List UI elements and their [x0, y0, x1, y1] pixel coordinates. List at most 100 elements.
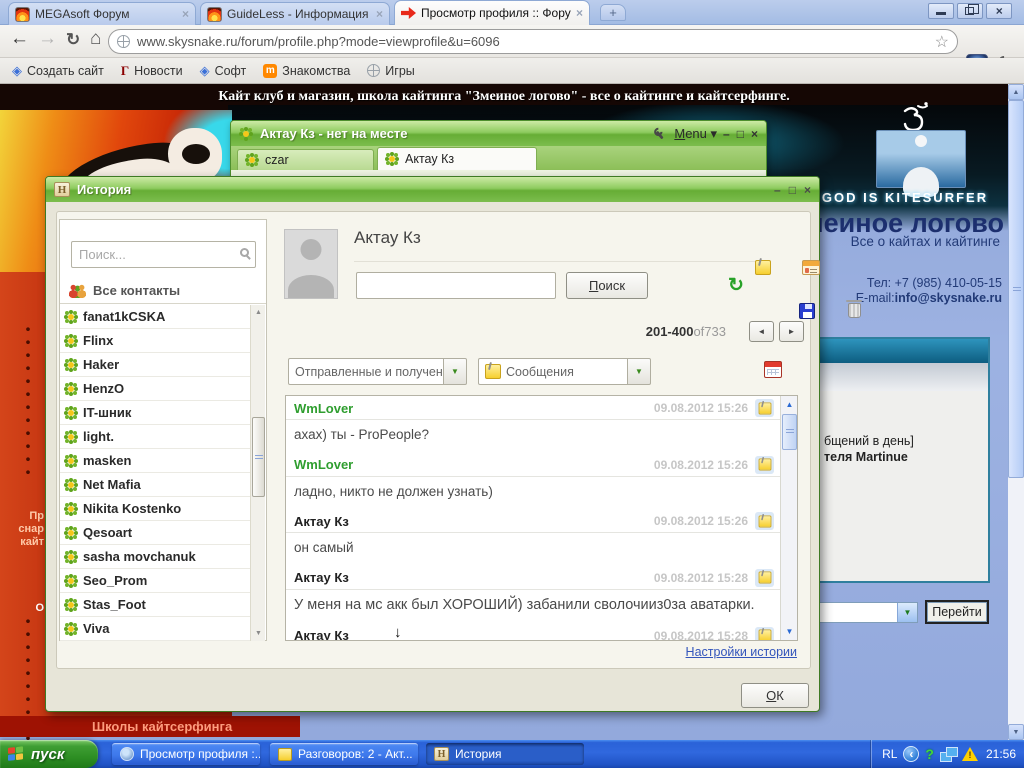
prev-page-button[interactable]: ◄: [749, 321, 774, 342]
browser-scrollbar[interactable]: ▲ ▼: [1008, 84, 1024, 740]
contact-row[interactable]: IT-шник: [60, 401, 251, 425]
address-bar[interactable]: www.skysnake.ru/forum/profile.php?mode=v…: [108, 29, 958, 54]
contact-row[interactable]: light.: [60, 425, 251, 449]
contact-row[interactable]: sasha movchanuk: [60, 545, 251, 569]
message-note-icon[interactable]: [755, 568, 774, 587]
clock[interactable]: 21:56: [984, 747, 1016, 761]
chat-tab-aktau-active[interactable]: Актау Кз: [377, 147, 537, 170]
email-address[interactable]: info@skysnake.ru: [895, 291, 1002, 305]
dropdown-arrow-icon[interactable]: ▼: [897, 603, 917, 622]
network-icon[interactable]: [939, 747, 958, 762]
message-note-icon[interactable]: [755, 626, 774, 640]
start-button[interactable]: пуск: [0, 740, 98, 768]
message-note-icon[interactable]: [755, 455, 774, 474]
scrollbar-thumb[interactable]: [782, 414, 797, 450]
history-title-bar[interactable]: H История – □ ×: [46, 177, 819, 202]
save-icon[interactable]: [798, 303, 815, 319]
scroll-up-icon[interactable]: ▲: [252, 306, 265, 319]
ok-button[interactable]: ОК: [741, 683, 809, 708]
new-tab-button[interactable]: +: [600, 4, 626, 21]
contact-card-icon[interactable]: [802, 260, 821, 275]
contact-row[interactable]: Viva: [60, 617, 251, 641]
reload-icon[interactable]: ↻: [66, 30, 80, 50]
tray-collapse-icon[interactable]: ‹: [903, 746, 920, 762]
back-icon[interactable]: ←: [10, 28, 29, 50]
scroll-down-button[interactable]: ▼: [1008, 724, 1024, 740]
restore-button[interactable]: [957, 3, 983, 19]
browser-tab-3-active[interactable]: Просмотр профиля :: Форум ×: [394, 0, 590, 25]
browser-tab-2[interactable]: GuideLess - Информация о по ×: [200, 2, 390, 25]
contact-row[interactable]: Qesoart: [60, 521, 251, 545]
export-note-icon[interactable]: [755, 260, 771, 275]
bookmark-star-icon[interactable]: ☆: [935, 32, 949, 52]
message-note-icon[interactable]: [755, 399, 774, 417]
contact-search[interactable]: [71, 241, 256, 268]
browser-tab-1[interactable]: MEGAsoft Форум ×: [8, 2, 196, 25]
scroll-up-button[interactable]: ▲: [1008, 84, 1024, 100]
contact-row[interactable]: Seo_Prom: [60, 569, 251, 593]
message-history-list[interactable]: WmLover 09.08.2012 15:26 ахах) ты - ProP…: [285, 395, 798, 641]
qip-close-button[interactable]: ×: [751, 127, 758, 141]
taskbar-browser-button[interactable]: Просмотр профиля :...: [112, 743, 260, 765]
scrollbar-thumb[interactable]: [252, 417, 265, 497]
bookmark-create-site[interactable]: ◈ Создать сайт: [8, 63, 108, 79]
scroll-down-icon[interactable]: ▼: [782, 624, 797, 639]
contacts-scrollbar[interactable]: ▲ ▼: [250, 305, 265, 641]
delete-icon[interactable]: [846, 300, 863, 318]
minimize-button[interactable]: [928, 3, 954, 19]
contact-row[interactable]: Flinx: [60, 329, 251, 353]
contact-row[interactable]: Stas_Foot: [60, 593, 251, 617]
qip-settings-icon[interactable]: [653, 127, 666, 140]
messages-scrollbar[interactable]: ▲ ▼: [780, 396, 797, 640]
direction-filter-dropdown[interactable]: Отправленные и получен...: [288, 358, 444, 385]
history-settings-link[interactable]: Настройки истории: [686, 645, 797, 659]
message-note-icon[interactable]: [755, 512, 774, 531]
type-filter-dropdown[interactable]: Сообщения: [478, 358, 628, 385]
qip-maximize-button[interactable]: □: [737, 127, 744, 141]
close-button[interactable]: ×: [986, 3, 1012, 19]
scroll-up-icon[interactable]: ▲: [782, 397, 797, 412]
scroll-down-icon[interactable]: ▼: [252, 627, 265, 640]
warning-icon[interactable]: !: [961, 747, 978, 761]
calendar-icon[interactable]: [764, 361, 782, 378]
history-window[interactable]: H История – □ × Все контакты fanat1kCSKA…: [45, 176, 863, 712]
search-button[interactable]: Поиск: [566, 272, 648, 299]
refresh-icon[interactable]: ↻: [728, 276, 744, 295]
contact-row[interactable]: Net Mafia: [60, 473, 251, 497]
tab-close-icon[interactable]: ×: [376, 8, 383, 20]
dropdown-arrow-icon[interactable]: ▼: [444, 358, 467, 385]
forward-icon[interactable]: →: [38, 28, 57, 50]
dropdown-arrow-icon[interactable]: ▼: [628, 358, 651, 385]
contact-row[interactable]: Haker: [60, 353, 251, 377]
qip-title-bar[interactable]: Актау Кз - нет на месте Menu ▾ – □ ×: [231, 121, 766, 146]
schools-strip[interactable]: Школы кайтсерфинга: [0, 716, 300, 737]
qip-menu-button[interactable]: Menu ▾: [674, 126, 717, 142]
url-text[interactable]: www.skysnake.ru/forum/profile.php?mode=v…: [137, 34, 928, 49]
taskbar-history-button[interactable]: H История: [426, 743, 584, 765]
bookmark-games[interactable]: Игры: [363, 64, 418, 78]
history-search-input[interactable]: [356, 272, 556, 299]
bookmark-dating[interactable]: m Знакомства: [259, 63, 354, 78]
bookmark-soft[interactable]: ◈ Софт: [196, 63, 251, 79]
taskbar-qip-button[interactable]: Разговоров: 2 - Акт...: [270, 743, 418, 765]
tab-close-icon[interactable]: ×: [182, 8, 189, 20]
bookmark-news[interactable]: Г Новости: [117, 63, 187, 79]
qip-minimize-button[interactable]: –: [723, 127, 730, 141]
tab-close-icon[interactable]: ×: [576, 7, 583, 19]
contact-search-input[interactable]: [71, 241, 256, 268]
go-button[interactable]: Перейти: [925, 600, 989, 624]
home-icon[interactable]: ⌂: [90, 28, 101, 50]
language-indicator[interactable]: RL: [882, 747, 897, 761]
contact-row[interactable]: fanat1kCSKA: [60, 305, 251, 329]
history-close-button[interactable]: ×: [804, 183, 811, 197]
contact-row[interactable]: Nikita Kostenko: [60, 497, 251, 521]
scrollbar-thumb[interactable]: [1008, 100, 1024, 478]
contact-row[interactable]: masken: [60, 449, 251, 473]
chat-tab-czar[interactable]: czar: [237, 149, 374, 170]
next-page-button[interactable]: ►: [779, 321, 804, 342]
history-minimize-button[interactable]: –: [774, 183, 781, 197]
all-contacts-row[interactable]: Все контакты: [60, 278, 266, 304]
history-maximize-button[interactable]: □: [789, 183, 796, 197]
contact-row[interactable]: HenzO: [60, 377, 251, 401]
tray-help-icon[interactable]: ?: [925, 746, 934, 762]
